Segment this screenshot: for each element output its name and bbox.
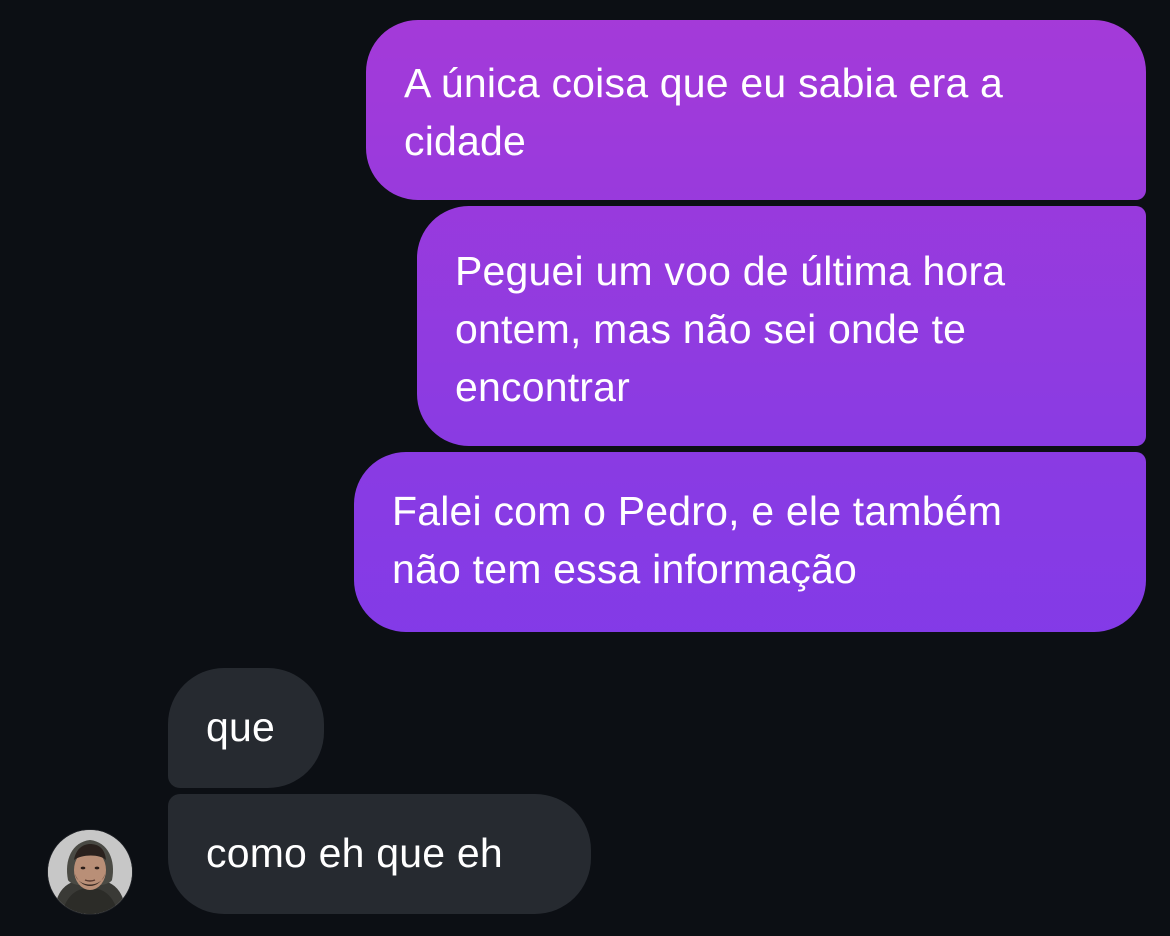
- sent-message-bubble[interactable]: Peguei um voo de última hora ontem, mas …: [417, 206, 1146, 446]
- received-message-bubble[interactable]: que: [168, 668, 324, 788]
- message-text: como eh que eh: [206, 830, 503, 876]
- message-text: A única coisa que eu sabia era a cidade: [404, 60, 1004, 164]
- received-message-bubble[interactable]: como eh que eh: [168, 794, 591, 914]
- message-text: Falei com o Pedro, e ele também não tem …: [392, 488, 1003, 592]
- message-thread: A única coisa que eu sabia era a cidade …: [0, 0, 1170, 936]
- message-text: que: [206, 704, 276, 750]
- sent-message-bubble[interactable]: A única coisa que eu sabia era a cidade: [366, 20, 1146, 200]
- profile-photo-icon: [48, 830, 132, 914]
- sent-message-bubble[interactable]: Falei com o Pedro, e ele também não tem …: [354, 452, 1146, 632]
- contact-avatar[interactable]: [48, 830, 132, 914]
- message-text: Peguei um voo de última hora ontem, mas …: [455, 248, 1006, 410]
